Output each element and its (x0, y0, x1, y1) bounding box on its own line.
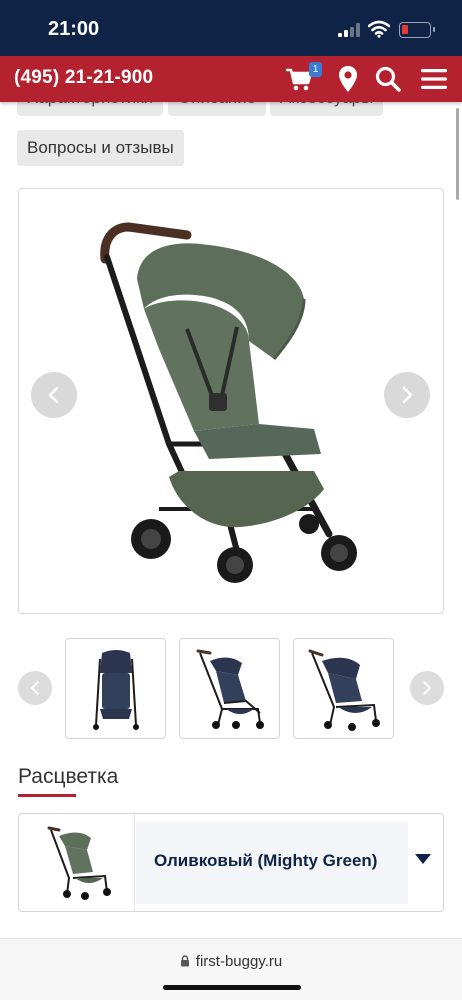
address-bar[interactable]: first-buggy.ru (0, 953, 462, 970)
stroller-side-thumb (196, 649, 264, 729)
thumbs-next-button[interactable] (410, 671, 444, 705)
menu-icon[interactable] (419, 64, 449, 94)
thumbs-prev-button[interactable] (18, 671, 52, 705)
url-text: first-buggy.ru (195, 953, 283, 970)
color-section-title: Расцветка (18, 765, 119, 788)
gallery-prev-button[interactable] (31, 372, 77, 418)
battery-icon (399, 22, 435, 38)
stroller-front-thumb (93, 650, 139, 730)
location-pin-icon[interactable] (333, 64, 363, 94)
thumbnail-side[interactable] (179, 638, 280, 739)
stroller-image-olive (100, 222, 357, 583)
wifi-icon (368, 20, 390, 38)
chevron-right-icon (423, 681, 432, 695)
selected-color-name: Оливковый (Mighty Green) (154, 851, 378, 870)
chevron-left-icon (30, 681, 39, 695)
chevron-right-icon (402, 386, 413, 404)
scrollbar[interactable] (456, 108, 459, 200)
status-bar: 21:00 (0, 0, 462, 56)
chevron-down-icon[interactable] (415, 854, 431, 864)
status-time: 21:00 (48, 18, 100, 40)
color-select[interactable]: Оливковый (Mighty Green) (18, 813, 444, 912)
cart-count-badge: 1 (309, 62, 322, 77)
thumbnail-front[interactable] (65, 638, 166, 739)
phone-link[interactable]: (495) 21-21-900 (14, 67, 153, 89)
tab-questions-reviews[interactable]: Вопросы и отзывы (17, 130, 184, 166)
title-underline (18, 794, 76, 797)
product-main-image (18, 188, 444, 614)
color-swatch-image (19, 814, 135, 911)
browser-bar: first-buggy.ru (0, 938, 462, 1000)
home-indicator[interactable] (163, 985, 301, 990)
color-name-box: Оливковый (Mighty Green) (136, 822, 408, 904)
signal-icon (338, 23, 360, 37)
search-icon[interactable] (373, 64, 403, 94)
lock-icon (180, 955, 189, 967)
site-header: (495) 21-21-900 1 (0, 56, 462, 102)
stroller-olive-thumb (47, 826, 111, 900)
chevron-left-icon (48, 386, 59, 404)
gallery-next-button[interactable] (384, 372, 430, 418)
thumbnail-angle[interactable] (293, 638, 394, 739)
stroller-angle-thumb (308, 649, 380, 731)
